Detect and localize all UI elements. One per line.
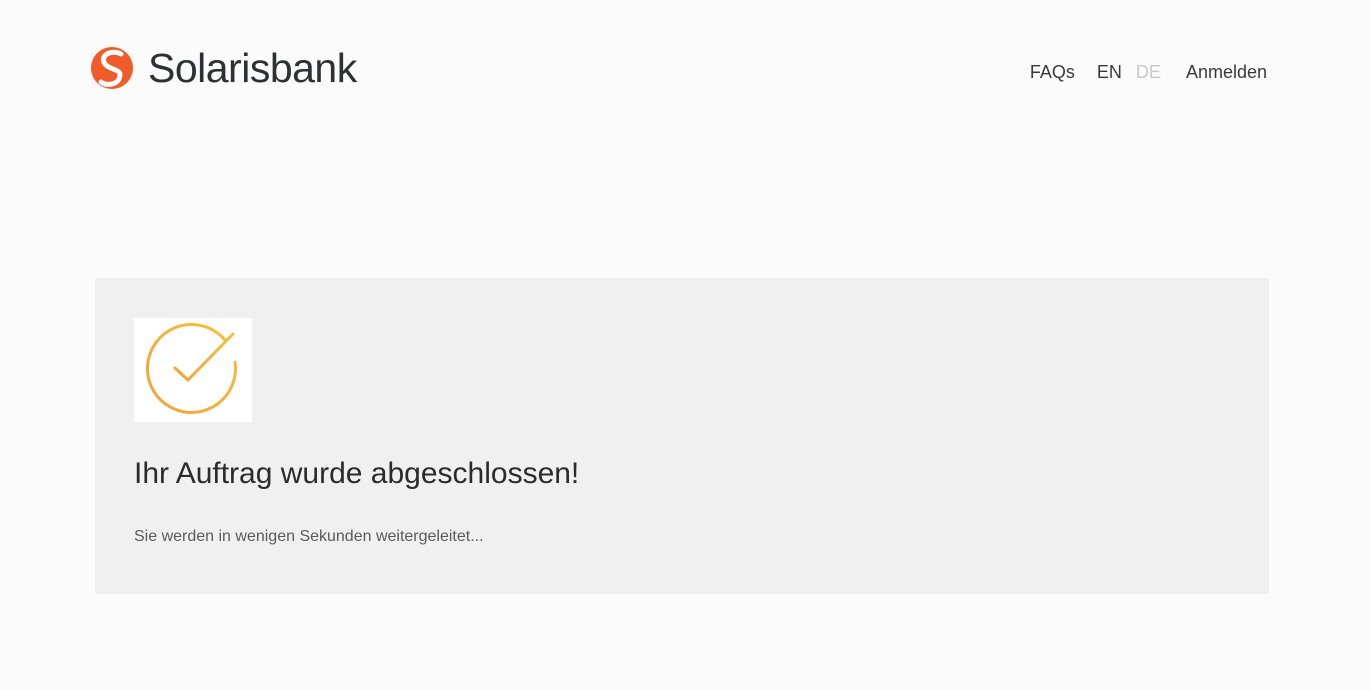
- solarisbank-logo-icon: [91, 47, 133, 89]
- success-icon-tile: [134, 318, 252, 422]
- language-en-link[interactable]: EN: [1097, 62, 1122, 83]
- status-card: Ihr Auftrag wurde abgeschlossen! Sie wer…: [95, 278, 1269, 594]
- page: Solarisbank FAQs EN DE Anmelden Ihr Auft…: [0, 0, 1371, 690]
- header: Solarisbank FAQs EN DE Anmelden: [0, 0, 1371, 140]
- brand-name: Solarisbank: [148, 45, 357, 91]
- login-link[interactable]: Anmelden: [1186, 62, 1267, 83]
- status-title: Ihr Auftrag wurde abgeschlossen!: [134, 457, 580, 490]
- brand-logo[interactable]: Solarisbank: [90, 44, 357, 92]
- status-message: Sie werden in wenigen Sekunden weitergel…: [134, 528, 484, 545]
- nav-faqs-link[interactable]: FAQs: [1030, 62, 1075, 83]
- check-circle-icon: [146, 323, 237, 414]
- top-nav: FAQs EN DE Anmelden: [1030, 62, 1267, 83]
- language-de-link[interactable]: DE: [1136, 62, 1161, 83]
